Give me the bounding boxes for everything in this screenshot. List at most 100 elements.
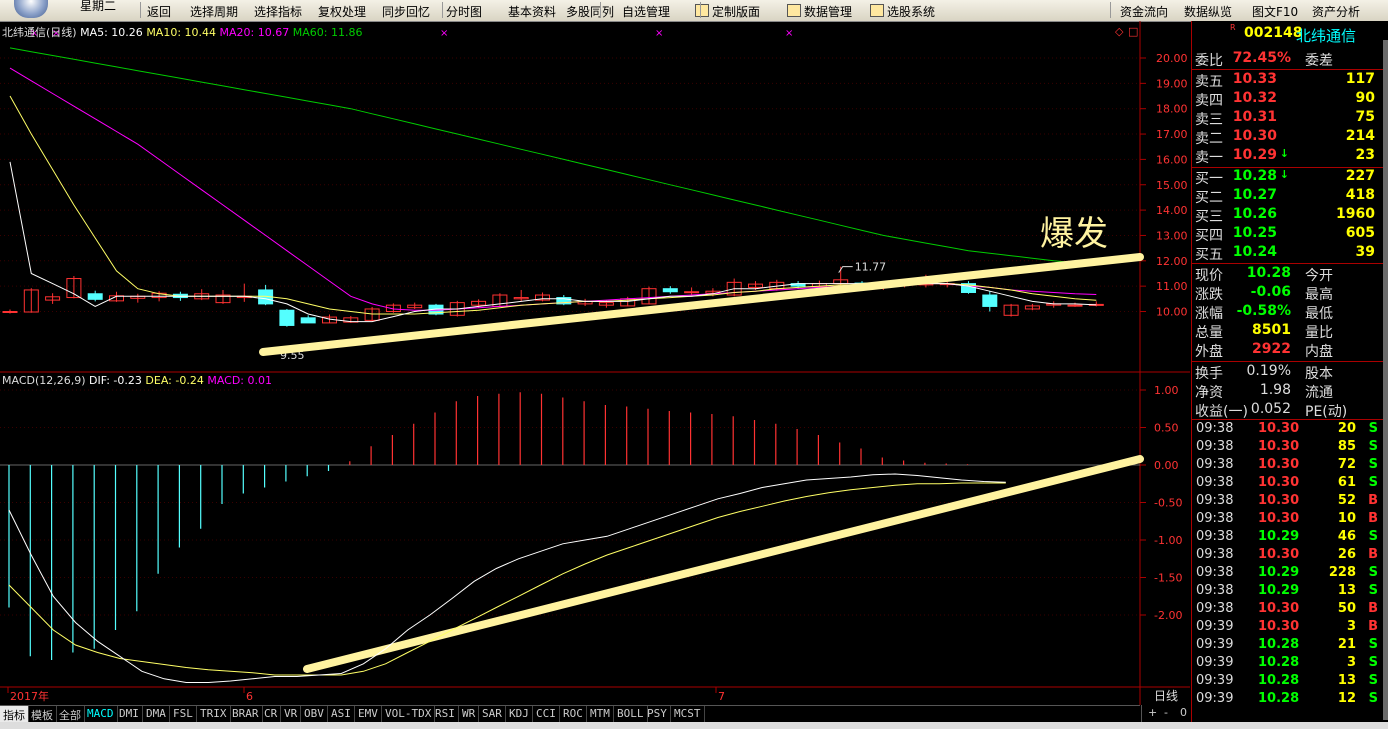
macd-axis-label: -1.50: [1154, 572, 1182, 585]
ask-volume: 214: [1345, 128, 1375, 144]
tick-time: 09:38: [1196, 421, 1234, 436]
down-arrow-icon: ↓: [1279, 168, 1289, 181]
tick-row: 09:38 10.30 26 B: [1192, 547, 1382, 565]
bid-price: 10.28: [1232, 168, 1277, 184]
toolbar-item-4[interactable]: 同步回忆: [382, 3, 430, 20]
tick-price: 10.28: [1258, 655, 1300, 670]
toolbar-item-label: 同步回忆: [382, 5, 431, 19]
tick-time: 09:38: [1196, 511, 1234, 526]
ask-label: 卖四: [1195, 93, 1223, 109]
ask-price: 10.29: [1232, 147, 1277, 163]
tick-volume: 13: [1337, 673, 1356, 688]
tick-row: 09:39 10.28 21 S: [1192, 637, 1382, 655]
tick-time: 09:38: [1196, 601, 1234, 616]
tick-side: S: [1368, 439, 1378, 454]
tick-volume: 228: [1328, 565, 1356, 580]
tick-side: S: [1368, 475, 1378, 490]
ask-label: 卖一: [1195, 150, 1223, 166]
ratio-value: 72.45%: [1232, 50, 1291, 66]
tick-row: 09:38 10.30 10 B: [1192, 511, 1382, 529]
toolbar-item-0[interactable]: 返回: [147, 3, 171, 20]
toolbar-item-8[interactable]: 自选管理: [622, 3, 670, 20]
tick-side: B: [1368, 493, 1378, 508]
tick-volume: 26: [1337, 547, 1356, 562]
tick-time: 09:39: [1196, 619, 1234, 634]
toolbar-item-11[interactable]: 选股系统: [870, 3, 935, 20]
stat-label: 现价: [1195, 268, 1223, 284]
ask-row: 卖四 10.32 90: [1192, 90, 1377, 109]
toolbar-item-13[interactable]: 数据纵览: [1184, 3, 1232, 20]
toolbar-item-2[interactable]: 选择指标: [254, 3, 302, 20]
macd-axis-label: 1.00: [1154, 384, 1179, 397]
reset-button[interactable]: 0: [1180, 706, 1187, 719]
tick-volume: 52: [1337, 493, 1356, 508]
date-label: 2017年: [10, 689, 49, 703]
ask-price: 10.31: [1232, 109, 1277, 125]
toolbar-item-3[interactable]: 复权处理: [318, 3, 366, 20]
bid-row: 买五 10.24 39: [1192, 244, 1377, 263]
stat-label-2: 最低: [1305, 306, 1333, 322]
tick-row: 09:38 10.29 46 S: [1192, 529, 1382, 547]
bid-label: 买五: [1195, 247, 1223, 263]
toolbar-item-15[interactable]: 资产分析: [1312, 3, 1360, 20]
tick-scrollbar[interactable]: [1383, 40, 1388, 720]
stat-value: -0.58%: [1236, 303, 1291, 319]
bid-row: 买四 10.25 605: [1192, 225, 1377, 244]
stat2-row: 净资 1.98 流通: [1192, 382, 1377, 401]
toolbar-item-label: 资金流向: [1120, 5, 1169, 19]
tick-volume: 46: [1337, 529, 1356, 544]
toolbar-item-label: 数据纵览: [1184, 5, 1233, 19]
event-marker-icon: ×: [785, 28, 793, 39]
toolbar-item-9[interactable]: 定制版面: [695, 3, 760, 20]
toolbar-item-12[interactable]: 资金流向: [1120, 3, 1168, 20]
tab-controls: + - 0: [1141, 705, 1192, 722]
price-axis-label: 20.00: [1156, 52, 1188, 65]
period-label: 日线: [1154, 689, 1178, 703]
stat-value: 0.052: [1250, 401, 1291, 417]
tick-price: 10.29: [1258, 529, 1300, 544]
tick-price: 10.30: [1258, 457, 1300, 472]
tick-time: 09:38: [1196, 457, 1234, 472]
bid-label: 买三: [1195, 209, 1223, 225]
toolbar-item-label: 分时图: [446, 5, 483, 19]
candle-body: [2, 311, 18, 313]
ma5-legend: MA5: 10.26: [80, 26, 143, 39]
tick-price: 10.28: [1258, 637, 1300, 652]
toolbar-item-5[interactable]: 分时图: [446, 3, 482, 20]
ask-price: 10.32: [1232, 90, 1277, 106]
dif-legend: DIF: -0.23: [89, 374, 142, 387]
stat-value: 2922: [1252, 341, 1291, 357]
macd-value-legend: MACD: 0.01: [207, 374, 272, 387]
stat-label-2: 股本: [1305, 366, 1333, 382]
toolbar-item-1[interactable]: 选择周期: [190, 3, 238, 20]
toolbar-item-14[interactable]: 图文F10: [1252, 3, 1298, 20]
toolbar-item-6[interactable]: 基本资料: [508, 3, 556, 20]
tick-side: S: [1368, 457, 1378, 472]
tick-price: 10.30: [1258, 493, 1300, 508]
stat-label: 外盘: [1195, 344, 1223, 360]
price-axis-label: 11.00: [1156, 280, 1188, 293]
toolbar-item-label: 多股同列: [566, 5, 615, 19]
tick-side: B: [1368, 511, 1378, 526]
zoom-in-button[interactable]: +: [1148, 706, 1157, 719]
ma10-legend: MA10: 10.44: [146, 26, 217, 39]
tick-side: B: [1368, 619, 1378, 634]
order-ratio-row: 委比 72.45% 委差: [1192, 50, 1377, 69]
zoom-out-button[interactable]: -: [1164, 706, 1168, 719]
tick-time: 09:38: [1196, 493, 1234, 508]
chart-restore-icon: □: [1128, 25, 1138, 38]
tick-side: S: [1368, 583, 1378, 598]
tick-volume: 50: [1337, 601, 1356, 616]
chart-option-icon: ◇: [1115, 25, 1124, 38]
tick-row: 09:39 10.28 12 S: [1192, 691, 1382, 709]
toolbar-item-label: 基本资料: [508, 5, 557, 19]
ratio-label: 委比: [1195, 53, 1223, 69]
toolbar-item-10[interactable]: 数据管理: [787, 3, 852, 20]
app-logo-icon: [14, 0, 48, 18]
toolbar-item-7[interactable]: 多股同列: [566, 3, 614, 20]
stat-label: 涨幅: [1195, 306, 1223, 322]
tick-side: B: [1368, 601, 1378, 616]
candle-body: [300, 317, 316, 324]
stat-row: 总量 8501 量比: [1192, 322, 1377, 341]
kline-chart[interactable]: 20.00 19.00 18.00 17.00 16.00 15.00 14.00 13.00…: [0, 21, 1190, 705]
